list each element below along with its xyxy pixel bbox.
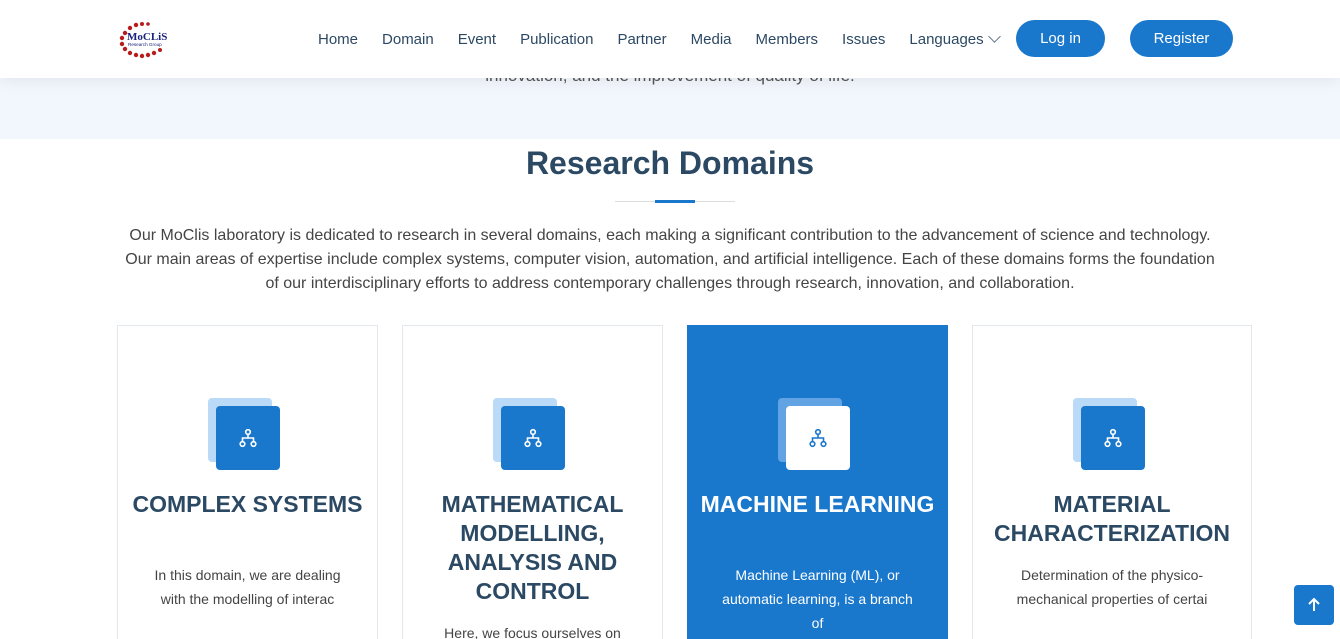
domain-card-title: COMPLEX SYSTEMS xyxy=(132,491,363,517)
domain-card-text: Here, we focus ourselves on xyxy=(444,625,621,639)
back-to-top-button[interactable] xyxy=(1294,585,1334,625)
domain-card-title: MATHEMATICAL MODELLING, ANALYSIS AND CON… xyxy=(441,491,624,604)
nav-members[interactable]: Members xyxy=(744,31,831,48)
domain-icon-box xyxy=(208,398,280,470)
nav-issues[interactable]: Issues xyxy=(830,31,897,48)
domain-card-text: Determination of the physico-mechanical … xyxy=(1016,567,1208,607)
section-title: Research Domains xyxy=(525,145,815,181)
domain-card-material-characterization[interactable]: MATERIAL CHARACTERIZATION Determination … xyxy=(972,325,1252,639)
svg-text:Research Group: Research Group xyxy=(128,42,162,47)
domain-card-title: MACHINE LEARNING xyxy=(700,491,935,517)
domain-card-title: MATERIAL CHARACTERIZATION xyxy=(994,491,1230,546)
login-button[interactable]: Log in xyxy=(1016,20,1105,57)
nav-event[interactable]: Event xyxy=(446,31,508,48)
domain-card-mathematical-modelling[interactable]: MATHEMATICAL MODELLING, ANALYSIS AND CON… xyxy=(402,325,663,639)
chevron-down-icon xyxy=(987,30,1001,43)
section-intro: Our MoClis laboratory is dedicated to re… xyxy=(125,227,1215,292)
sitemap-icon xyxy=(239,428,257,448)
sitemap-icon xyxy=(524,428,542,448)
sitemap-icon xyxy=(1104,428,1122,448)
domain-icon-box xyxy=(493,398,565,470)
nav-languages-label: Languages xyxy=(909,30,984,48)
arrow-up-icon xyxy=(1308,597,1320,611)
nav-home[interactable]: Home xyxy=(306,31,370,48)
nav-partner[interactable]: Partner xyxy=(605,31,678,48)
site-header: MoCLiS Research Group Home Domain Event … xyxy=(0,0,1340,78)
moclis-logo[interactable]: MoCLiS Research Group xyxy=(117,19,175,59)
domain-card-complex-systems[interactable]: COMPLEX SYSTEMS In this domain, we are d… xyxy=(117,325,378,639)
sitemap-icon xyxy=(809,428,827,448)
domain-card-text: Machine Learning (ML), or automatic lear… xyxy=(722,567,913,631)
domain-card-machine-learning[interactable]: MACHINE LEARNING Machine Learning (ML), … xyxy=(687,325,948,639)
title-divider-accent xyxy=(655,200,695,203)
nav-languages-dropdown[interactable]: Languages xyxy=(897,30,1010,48)
register-button[interactable]: Register xyxy=(1130,20,1233,57)
domain-icon-box xyxy=(778,398,850,470)
domain-card-text: In this domain, we are dealing with the … xyxy=(154,567,341,607)
domain-icon-box xyxy=(1073,398,1145,470)
main-nav: Home Domain Event Publication Partner Me… xyxy=(306,0,1011,78)
nav-publication[interactable]: Publication xyxy=(508,31,605,48)
nav-domain[interactable]: Domain xyxy=(370,31,446,48)
nav-media[interactable]: Media xyxy=(679,31,744,48)
